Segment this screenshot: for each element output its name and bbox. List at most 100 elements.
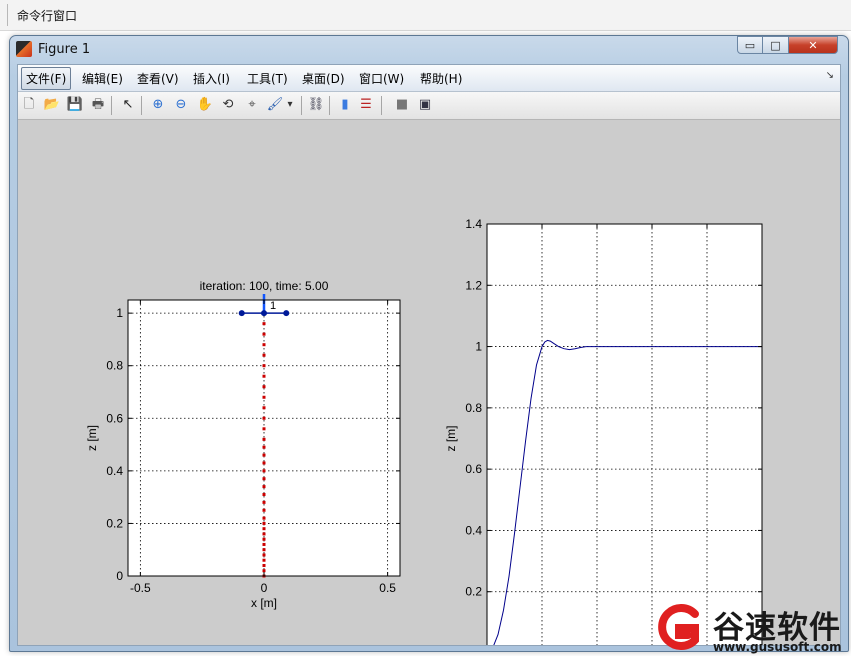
trajectory-point xyxy=(262,477,266,481)
trajectory-point xyxy=(262,516,266,520)
quadrotor-rotor-right xyxy=(283,310,290,317)
watermark-url: www.gususoft.com xyxy=(713,640,842,654)
data-cursor-icon[interactable]: ⌖ xyxy=(243,96,261,114)
trajectory-point xyxy=(262,532,266,536)
quadrotor-body xyxy=(261,310,267,317)
zoom-out-icon[interactable]: ⊖ xyxy=(172,96,190,114)
trajectory-point xyxy=(262,416,266,420)
trajectory-point xyxy=(262,332,266,336)
y-tick-label: 0.8 xyxy=(106,359,123,373)
trajectory-point xyxy=(262,493,266,497)
show-plot-tools-icon[interactable]: ▣ xyxy=(416,96,434,114)
trajectory-point xyxy=(262,500,266,504)
edit-plot-arrow-icon[interactable]: ↖ xyxy=(119,96,137,114)
y-tick-label: 1 xyxy=(116,306,123,320)
panel-divider xyxy=(7,4,8,26)
y-tick-label: 0.4 xyxy=(465,523,482,537)
brush-icon[interactable]: 🖌 xyxy=(266,96,284,114)
trajectory-point xyxy=(262,508,266,512)
trajectory-point xyxy=(262,461,266,465)
x-tick-label: 0 xyxy=(261,581,268,595)
toolbar-separator xyxy=(301,96,302,115)
open-file-icon[interactable]: 📂 xyxy=(43,96,61,114)
trajectory-point xyxy=(262,485,266,489)
plots-svg: 1 -0.5 0 0.5 0 0.2 0.4 0.6 0.8 1 iteration: 100, t… xyxy=(85,217,763,645)
trajectory-point xyxy=(262,569,266,573)
trajectory-point xyxy=(262,527,266,531)
chart-title: iteration: 100, time: 5.00 xyxy=(200,279,329,293)
menu-desktop[interactable]: 桌面(D) xyxy=(300,70,347,87)
quadrotor-label: 1 xyxy=(270,300,276,312)
menu-view[interactable]: 查看(V) xyxy=(135,70,181,87)
x-tick-label: 0.5 xyxy=(379,581,396,595)
x-tick-label: -0.5 xyxy=(130,581,151,595)
y-axis-label: z [m] xyxy=(85,425,99,451)
window-title: Figure 1 xyxy=(38,42,91,57)
axes-background xyxy=(487,224,762,645)
title-bar[interactable]: Figure 1 ▭ □ ✕ xyxy=(10,36,848,62)
menu-insert[interactable]: 插入(I) xyxy=(191,70,232,87)
new-figure-icon[interactable]: 🗋 xyxy=(20,96,38,114)
minimize-button[interactable]: ▭ xyxy=(737,36,763,54)
trajectory-point xyxy=(262,521,266,525)
hide-plot-tools-icon[interactable]: ■ xyxy=(393,96,411,114)
rotate-3d-icon[interactable]: ⟲ xyxy=(219,96,237,114)
trajectory-point xyxy=(262,353,266,357)
trajectory-point xyxy=(262,385,266,389)
trajectory-point xyxy=(262,558,266,562)
watermark-logo-icon xyxy=(658,604,699,650)
trajectory-point xyxy=(262,537,266,541)
trajectory-point xyxy=(262,322,266,326)
trajectory-point xyxy=(262,542,266,546)
trajectory-point xyxy=(262,395,266,399)
trajectory-point xyxy=(262,469,266,473)
matlab-logo-icon xyxy=(16,41,32,57)
trajectory-point xyxy=(262,374,266,378)
y-tick-label: 1.4 xyxy=(465,217,482,231)
trajectory-point xyxy=(262,548,266,552)
menu-help[interactable]: 帮助(H) xyxy=(418,70,464,87)
toolbar-separator xyxy=(141,96,142,115)
y-tick-label: 0 xyxy=(116,569,123,583)
figure-client-area: 文件(F) 编辑(E) 查看(V) 插入(I) 工具(T) 桌面(D) 窗口(W… xyxy=(17,64,841,646)
figure-window: Figure 1 ▭ □ ✕ 文件(F) 编辑(E) 查看(V) 插入(I) 工… xyxy=(9,35,849,652)
menu-window[interactable]: 窗口(W) xyxy=(357,70,406,87)
y-tick-label: 0.6 xyxy=(465,462,482,476)
x-axis-label: x [m] xyxy=(251,596,277,610)
figure-canvas: 1 -0.5 0 0.5 0 0.2 0.4 0.6 0.8 1 iteration: 100, t… xyxy=(18,120,840,645)
figure-toolbar: 🗋 📂 💾 🖶 ↖ ⊕ ⊖ ✋ ⟲ ⌖ 🖌 ▾ ⛓ ▮ ☰ ■ ▣ xyxy=(18,92,840,120)
close-button[interactable]: ✕ xyxy=(788,36,838,54)
save-icon[interactable]: 💾 xyxy=(66,96,84,114)
trajectory-point xyxy=(262,406,266,410)
command-window-title: 命令行窗口 xyxy=(17,9,78,23)
pan-hand-icon[interactable]: ✋ xyxy=(196,96,214,114)
menu-edit[interactable]: 编辑(E) xyxy=(80,70,125,87)
trajectory-point xyxy=(262,553,266,557)
menu-tools[interactable]: 工具(T) xyxy=(245,70,290,87)
trajectory-point xyxy=(262,563,266,567)
y-axis-label: z [m] xyxy=(444,426,458,452)
zoom-in-icon[interactable]: ⊕ xyxy=(149,96,167,114)
maximize-button[interactable]: □ xyxy=(762,36,789,54)
y-tick-label: 1.2 xyxy=(465,278,482,292)
quadrotor-rotor-left xyxy=(238,310,245,317)
y-tick-label: 0.2 xyxy=(465,585,482,599)
toolbar-separator xyxy=(381,96,382,115)
legend-icon[interactable]: ☰ xyxy=(357,96,375,114)
trajectory-point xyxy=(262,445,266,449)
trajectory-point xyxy=(262,427,266,431)
colorbar-icon[interactable]: ▮ xyxy=(336,96,354,114)
toolbar-separator xyxy=(111,96,112,115)
menu-overflow-arrow-icon[interactable]: ↘ xyxy=(826,70,834,81)
print-icon[interactable]: 🖶 xyxy=(89,96,107,114)
menu-file[interactable]: 文件(F) xyxy=(21,67,72,90)
brush-dropdown-icon[interactable]: ▾ xyxy=(286,96,294,114)
y-tick-label: 0.6 xyxy=(106,411,123,425)
command-window-bar: 命令行窗口 xyxy=(0,0,851,31)
toolbar-separator xyxy=(329,96,330,115)
trajectory-point xyxy=(262,364,266,368)
link-plot-icon[interactable]: ⛓ xyxy=(307,96,325,114)
y-tick-label: 1 xyxy=(475,340,482,354)
trajectory-point xyxy=(262,343,266,347)
y-tick-label: 0.4 xyxy=(106,464,123,478)
